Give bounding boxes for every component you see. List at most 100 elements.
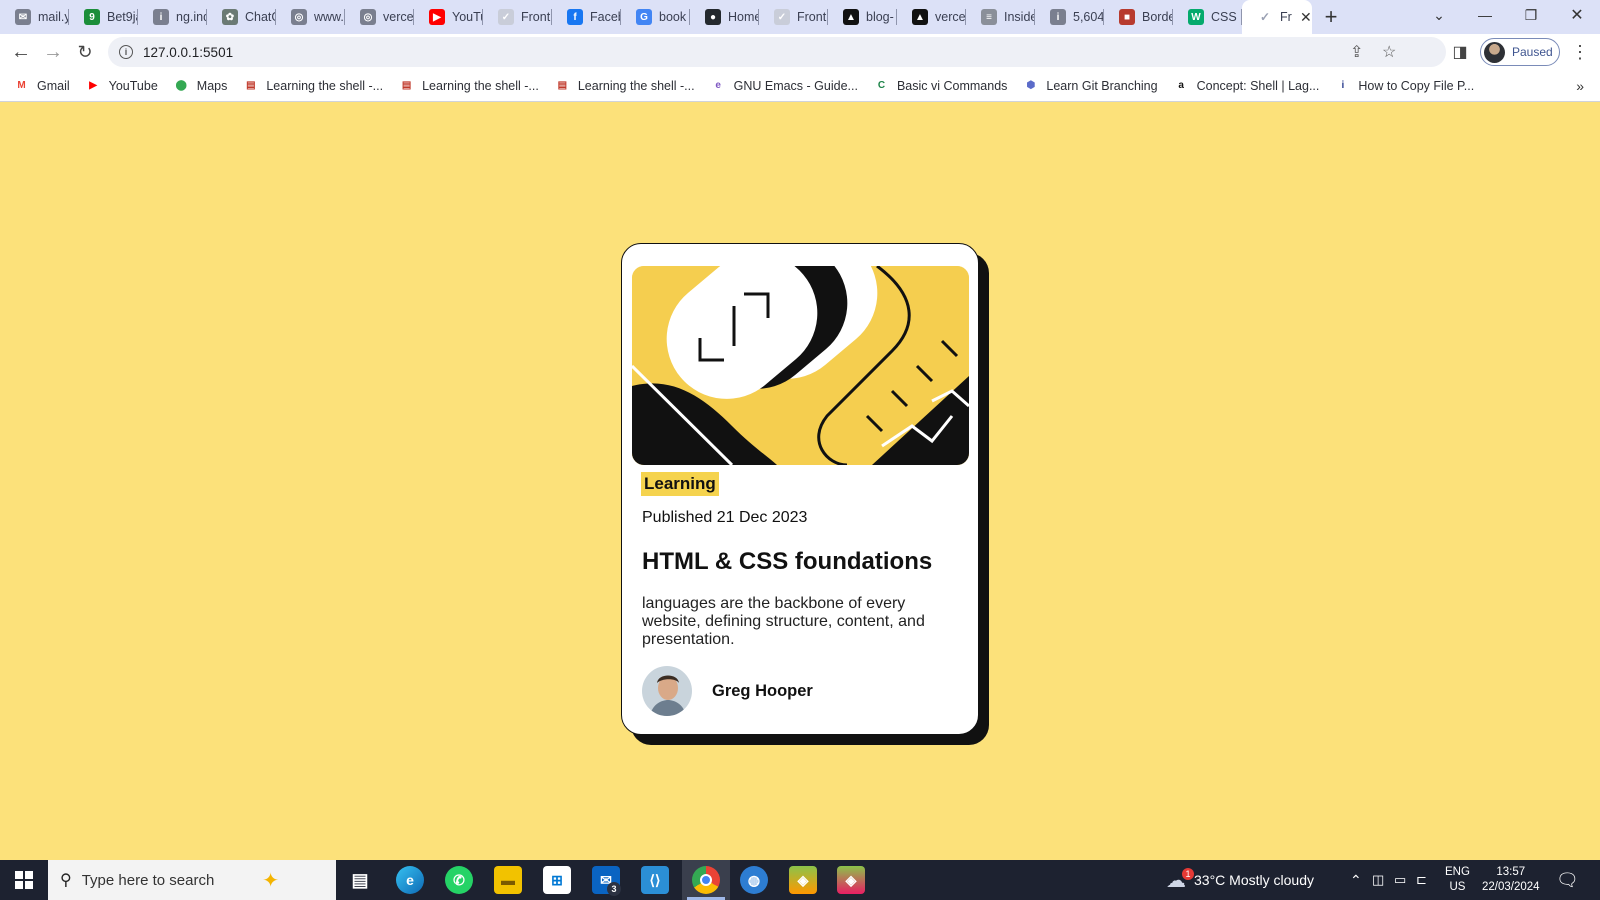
edge-icon[interactable]: e — [396, 866, 424, 894]
more-bookmarks-icon[interactable]: » — [1576, 78, 1584, 94]
page-icon: ▤ — [401, 80, 412, 91]
tab-title: 5,604 — [1073, 10, 1103, 24]
browser-tab[interactable]: ▲ blog- — [828, 0, 897, 34]
tab-title: Bet9ja — [107, 10, 137, 24]
vercel-icon: ▲ — [912, 9, 928, 25]
browser-tab[interactable]: ▲ verce — [897, 0, 966, 34]
bookmark-item[interactable]: ▤ Learning the shell -... — [555, 78, 695, 93]
windows-icon — [15, 871, 33, 889]
task-view-icon[interactable]: ▤ — [346, 866, 374, 894]
profile-button[interactable]: Paused — [1480, 38, 1560, 66]
profile-status: Paused — [1512, 45, 1553, 59]
restore-button[interactable]: ❐ — [1508, 0, 1554, 30]
whatsapp-icon[interactable]: ✆ — [445, 866, 473, 894]
mail-badge: 3 — [607, 882, 621, 896]
browser-tab[interactable]: ■ Borde — [1104, 0, 1173, 34]
start-button[interactable] — [0, 860, 48, 900]
vscode-icon[interactable]: ⟨⟩ — [641, 866, 669, 894]
network-icon[interactable]: ▭ — [1394, 860, 1406, 900]
page-icon: ≡ — [981, 9, 997, 25]
close-window-button[interactable]: ✕ — [1554, 0, 1600, 30]
bookmark-star-icon[interactable]: ☆ — [1382, 42, 1396, 62]
tab-search-icon[interactable]: ⌄ — [1416, 0, 1462, 30]
chrome-icon[interactable] — [692, 866, 720, 894]
side-panel-icon[interactable]: ◨ — [1446, 38, 1474, 66]
taskbar: ⚲ Type here to search ✦ ▤ e ✆ ▬ ⊞ ✉ 3 ⟨⟩… — [0, 860, 1600, 900]
bluestacks-x-icon[interactable]: ◈ — [837, 866, 865, 894]
bookmark-label: Learning the shell -... — [577, 78, 695, 93]
bookmark-item[interactable]: ▤ Learning the shell -... — [399, 78, 539, 93]
bookmark-item[interactable]: a Concept: Shell | Lag... — [1174, 78, 1320, 93]
page-icon: i — [1341, 80, 1345, 91]
published-date: Published 21 Dec 2023 — [642, 509, 808, 526]
globe-app-icon[interactable]: ◍ — [740, 866, 768, 894]
github-icon: ● — [705, 9, 721, 25]
tab-title: verce — [935, 10, 965, 24]
notifications-icon[interactable]: 🗨 — [1556, 860, 1579, 900]
bookmark-item[interactable]: C Basic vi Commands — [874, 78, 1008, 93]
bookmark-item[interactable]: ▤ Learning the shell -... — [243, 78, 383, 93]
taskbar-search-box[interactable]: ⚲ Type here to search ✦ — [48, 860, 336, 900]
border-icon: ■ — [1119, 9, 1135, 25]
browser-tab[interactable]: 9 Bet9ja — [69, 0, 138, 34]
browser-tab[interactable]: ✓ Front — [759, 0, 828, 34]
tab-list: ✉mail.y9Bet9jaing.ind✿ChatG◎www.◎vercel▶… — [0, 0, 1242, 34]
w3schools-icon: W — [1188, 9, 1204, 25]
card-title[interactable]: HTML & CSS foundations — [642, 548, 932, 576]
bookmark-item[interactable]: i How to Copy File P... — [1335, 78, 1474, 93]
weather-widget[interactable]: ☁ 1 33°C Mostly cloudy — [1166, 860, 1314, 900]
bookmark-item[interactable]: ⬢ Learn Git Branching — [1023, 78, 1158, 93]
emacs-icon: e — [715, 80, 721, 91]
bookmark-item[interactable]: ⬤ Maps — [174, 78, 228, 93]
tab-title: Home — [728, 10, 758, 24]
author-avatar — [642, 666, 692, 716]
browser-tab[interactable]: ◎ vercel — [345, 0, 414, 34]
profile-avatar — [1484, 41, 1505, 63]
page-icon: ▤ — [246, 80, 256, 91]
microsoft-store-icon[interactable]: ⊞ — [543, 866, 571, 894]
bookmark-label: YouTube — [108, 78, 158, 93]
browser-tab[interactable]: ◎ www. — [276, 0, 345, 34]
active-tab[interactable]: ✓ Fr ✕ — [1242, 0, 1312, 34]
bookmark-label: Concept: Shell | Lag... — [1196, 78, 1320, 93]
tab-title: CSS I — [1211, 10, 1241, 24]
globe-icon: ◎ — [291, 9, 307, 25]
browser-tab[interactable]: ✉ mail.y — [0, 0, 69, 34]
file-explorer-icon[interactable]: ▬ — [494, 866, 522, 894]
bookmark-item[interactable]: e GNU Emacs - Guide... — [711, 78, 858, 93]
address-bar[interactable]: i 127.0.0.1:5501 ⇪ ☆ — [108, 37, 1446, 67]
browser-tab[interactable]: Gbook — [621, 0, 690, 34]
clock[interactable]: 13:57 22/03/2024 — [1482, 865, 1540, 895]
browser-tab[interactable]: ✓ Front — [483, 0, 552, 34]
back-button[interactable]: ← — [7, 38, 35, 66]
language-indicator[interactable]: ENG US — [1445, 865, 1470, 895]
browser-tab[interactable]: i 5,604 — [1035, 0, 1104, 34]
site-info-icon[interactable]: i — [119, 45, 133, 59]
frontend-mentor-icon: ✓ — [498, 9, 514, 25]
bookmark-item[interactable]: M Gmail — [14, 78, 69, 93]
menu-icon[interactable]: ⋮ — [1566, 38, 1594, 66]
browser-tab[interactable]: W CSS I — [1173, 0, 1242, 34]
minimize-button[interactable]: — — [1462, 0, 1508, 30]
browser-tab[interactable]: f Faceb — [552, 0, 621, 34]
card-description: languages are the backbone of every webs… — [642, 595, 925, 648]
browser-tab[interactable]: ≡ Inside — [966, 0, 1035, 34]
browser-tab[interactable]: ✿ ChatG — [207, 0, 276, 34]
meet-now-icon[interactable]: ◫ — [1372, 860, 1384, 900]
youtube-icon: ▶ — [89, 80, 97, 91]
bluestacks-icon[interactable]: ◈ — [789, 866, 817, 894]
author-block: Greg Hooper — [642, 666, 813, 716]
browser-tab[interactable]: i ng.ind — [138, 0, 207, 34]
battery-icon[interactable]: ⊏ — [1416, 860, 1427, 900]
reload-button[interactable]: ↻ — [71, 38, 99, 66]
forward-button[interactable]: → — [39, 38, 67, 66]
show-hidden-icons[interactable]: ⌃ — [1350, 860, 1362, 900]
bookmark-item[interactable]: ▶ YouTube — [86, 78, 158, 93]
bookmark-label: GNU Emacs - Guide... — [733, 78, 858, 93]
close-tab-icon[interactable]: ✕ — [1300, 9, 1312, 26]
browser-tab[interactable]: ● Home — [690, 0, 759, 34]
share-icon[interactable]: ⇪ — [1350, 42, 1363, 62]
tab-title: Inside — [1004, 10, 1034, 24]
new-tab-button[interactable]: + — [1312, 0, 1350, 34]
browser-tab[interactable]: ▶ YouTu — [414, 0, 483, 34]
